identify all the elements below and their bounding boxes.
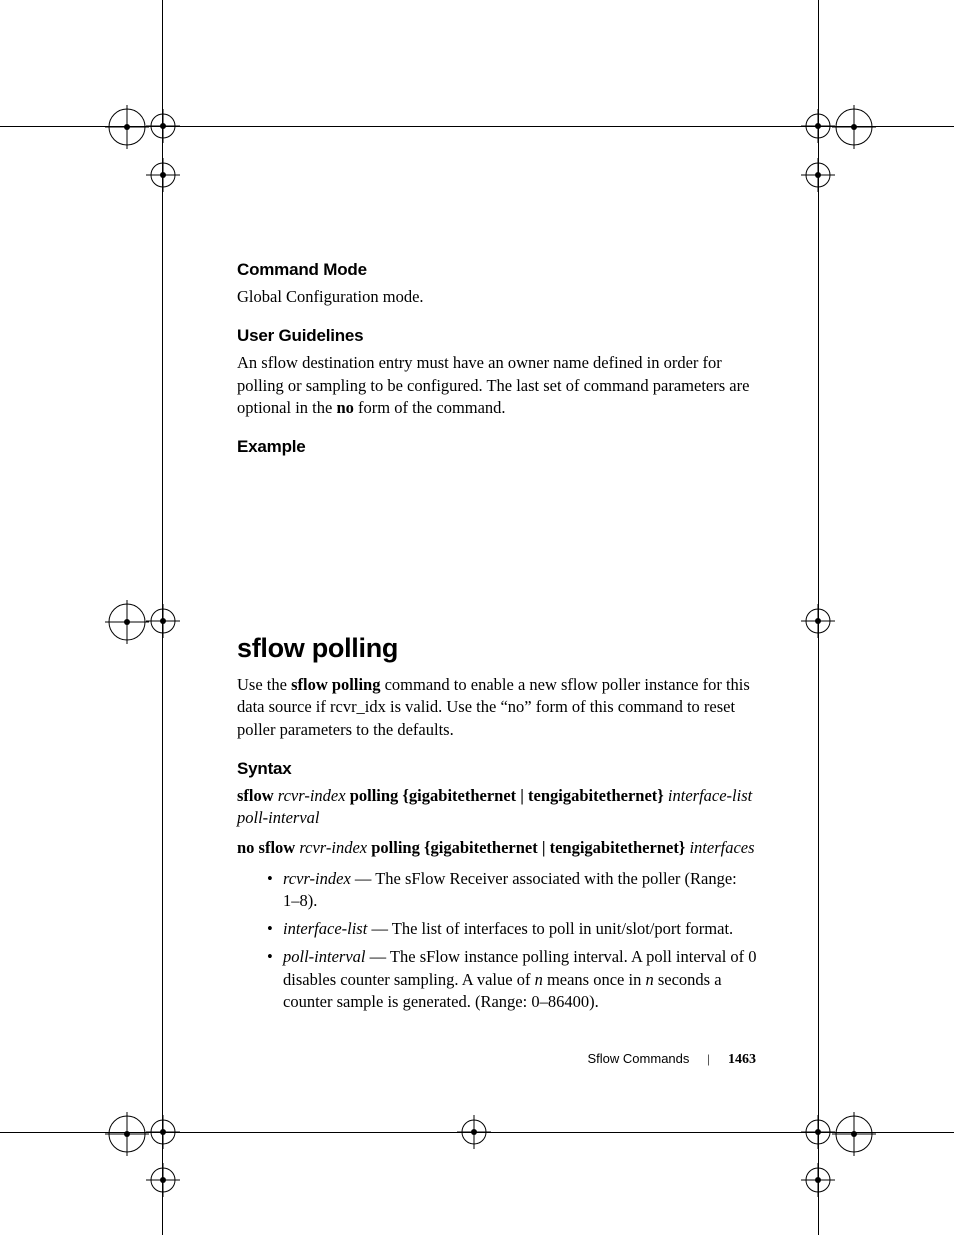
page-footer: Sflow Commands | 1463 xyxy=(588,1051,756,1068)
registration-mark-icon xyxy=(832,1112,876,1156)
registration-mark-icon xyxy=(105,105,149,149)
text: means once in xyxy=(543,970,646,989)
heading-command-mode: Command Mode xyxy=(237,260,757,280)
registration-mark-icon xyxy=(146,158,180,192)
crop-line xyxy=(818,0,819,1235)
registration-mark-icon xyxy=(105,1112,149,1156)
heading-user-guidelines: User Guidelines xyxy=(237,326,757,346)
syntax-line: no sflow rcvr-index polling {gigabitethe… xyxy=(237,837,757,859)
text-italic: rcvr-index xyxy=(278,786,346,805)
text: Use the xyxy=(237,675,291,694)
text-bold: no xyxy=(336,398,353,417)
text: — The sFlow Receiver associated with the… xyxy=(283,869,737,910)
text-italic: n xyxy=(535,970,543,989)
list-item: interface-list — The list of interfaces … xyxy=(267,918,757,940)
text-bold: no sflow xyxy=(237,838,299,857)
registration-mark-icon xyxy=(146,604,180,638)
body-sflow-polling: Use the sflow polling command to enable … xyxy=(237,674,757,741)
registration-mark-icon xyxy=(832,105,876,149)
list-item: poll-interval — The sFlow instance polli… xyxy=(267,946,757,1013)
text-italic: rcvr-index xyxy=(299,838,367,857)
text-italic: poll-interval xyxy=(283,947,365,966)
text-bold: sflow xyxy=(237,786,278,805)
footer-separator-icon: | xyxy=(707,1051,710,1067)
page-number: 1463 xyxy=(728,1052,756,1068)
text-bold: polling {gigabitethernet | tengigabiteth… xyxy=(367,838,689,857)
document-page: Command Mode Global Configuration mode. … xyxy=(0,0,954,1235)
page-content: Command Mode Global Configuration mode. … xyxy=(237,260,757,1019)
heading-syntax: Syntax xyxy=(237,759,757,779)
text-italic: interfaces xyxy=(689,838,754,857)
text-italic: rcvr-index xyxy=(283,869,351,888)
footer-title: Sflow Commands xyxy=(588,1051,690,1066)
text: — The list of interfaces to poll in unit… xyxy=(367,919,733,938)
syntax-bullets: rcvr-index — The sFlow Receiver associat… xyxy=(237,868,757,1014)
section-title-sflow-polling: sflow polling xyxy=(237,633,757,664)
syntax-line: sflow rcvr-index polling {gigabitetherne… xyxy=(237,785,757,830)
list-item: rcvr-index — The sFlow Receiver associat… xyxy=(267,868,757,913)
heading-example: Example xyxy=(237,437,757,457)
text-bold: sflow polling xyxy=(291,675,380,694)
registration-mark-icon xyxy=(146,1163,180,1197)
crop-line xyxy=(162,0,163,1235)
body-user-guidelines: An sflow destination entry must have an … xyxy=(237,352,757,419)
body-command-mode: Global Configuration mode. xyxy=(237,286,757,308)
text: form of the command. xyxy=(354,398,506,417)
crop-line xyxy=(0,126,954,127)
registration-mark-icon xyxy=(105,600,149,644)
text-italic: n xyxy=(645,970,653,989)
text-italic: interface-list xyxy=(283,919,367,938)
crop-line xyxy=(0,1132,954,1133)
text-bold: polling {gigabitethernet | tengigabiteth… xyxy=(346,786,668,805)
